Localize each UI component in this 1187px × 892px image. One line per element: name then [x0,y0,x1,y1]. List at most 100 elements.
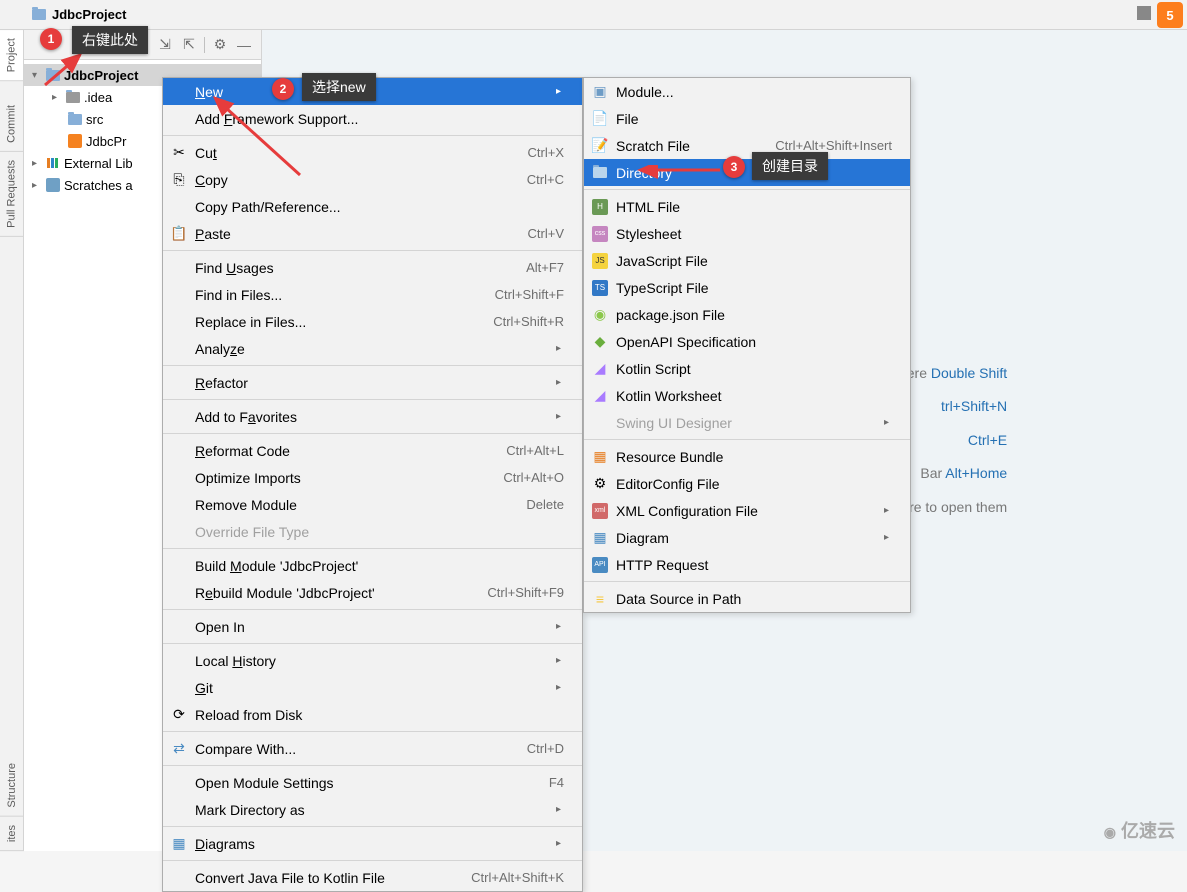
kotlin-icon: ◢ [592,388,608,404]
folder-icon [68,114,82,125]
scratch-icon: 📝 [592,138,608,154]
css-icon: css [592,226,608,242]
tab-structure[interactable]: Structure [0,755,24,817]
menu-replace-in-files[interactable]: Replace in Files... Ctrl+Shift+R [163,308,582,335]
menu-analyze[interactable]: Analyze ▸ [163,335,582,362]
menu-module-settings[interactable]: Open Module Settings F4 [163,769,582,796]
library-icon [46,156,60,170]
submenu-stylesheet[interactable]: css Stylesheet [584,220,910,247]
shortcut-goto-file: trl+Shift+N [941,398,1007,414]
menu-local-history[interactable]: Local History ▸ [163,647,582,674]
user-avatar-icon[interactable] [1137,6,1151,20]
iml-icon [68,134,82,148]
submenu-packagejson[interactable]: ◉ package.json File [584,301,910,328]
submenu-editorconfig[interactable]: ⚙ EditorConfig File [584,470,910,497]
breadcrumb-project[interactable]: JdbcProject [52,7,126,22]
menu-diagrams[interactable]: ▦ Diagrams ▸ [163,830,582,857]
menu-reload[interactable]: ⟳ Reload from Disk [163,701,582,728]
api-icon: ◆ [592,334,608,350]
shortcut-nav-bar: Alt+Home [945,465,1007,481]
submenu-directory[interactable]: Directory [584,159,910,186]
annotation-badge-3: 3 [723,156,745,178]
menu-find-in-files[interactable]: Find in Files... Ctrl+Shift+F [163,281,582,308]
chevron-right-icon: ▸ [556,804,564,815]
database-icon: ≡ [592,591,608,607]
submenu-xml[interactable]: xml XML Configuration File ▸ [584,497,910,524]
reload-icon: ⟳ [171,707,187,723]
submenu-datasource[interactable]: ≡ Data Source in Path [584,585,910,612]
menu-mark-directory[interactable]: Mark Directory as ▸ [163,796,582,823]
tab-project[interactable]: Project [0,30,23,81]
panel-actions: ◎ ⇲ ⇱ ⚙ — [130,34,255,56]
menu-refactor[interactable]: Refactor ▸ [163,369,582,396]
submenu-typescript[interactable]: TS TypeScript File [584,274,910,301]
chevron-right-icon: ▸ [556,377,564,388]
tab-pull-requests[interactable]: Pull Requests [0,152,23,237]
tab-commit[interactable]: Commit [0,97,23,152]
menu-find-usages[interactable]: Find Usages Alt+F7 [163,254,582,281]
module-icon: ▣ [592,84,608,100]
chevron-right-icon: ▸ [884,417,892,428]
menu-paste[interactable]: 📋 Paste Ctrl+V [163,220,582,247]
tab-favorites[interactable]: ites [0,817,24,851]
sidebar-left: Project Commit Pull Requests Structure i… [0,30,24,851]
expand-icon[interactable]: ⇲ [154,34,176,56]
submenu-scratch[interactable]: 📝 Scratch File Ctrl+Alt+Shift+Insert [584,132,910,159]
menu-remove-module[interactable]: Remove Module Delete [163,491,582,518]
menu-build[interactable]: Build Module 'JdbcProject' [163,552,582,579]
compare-icon: ⇄ [171,741,187,757]
watermark: ◉ 亿速云 [1104,817,1175,843]
chevron-right-icon: ▸ [32,158,42,169]
submenu-javascript[interactable]: JS JavaScript File [584,247,910,274]
api-badge-icon: API [592,557,608,573]
diagram-icon: ▦ [592,530,608,546]
chevron-right-icon: ▸ [556,86,564,97]
menu-copy[interactable]: ⎘ Copy Ctrl+C [163,166,582,193]
annotation-label-3: 创建目录 [752,152,828,180]
context-menu-new: ▣ Module... 📄 File 📝 Scratch File Ctrl+A… [583,77,911,613]
file-icon: 📄 [592,111,608,127]
submenu-diagram[interactable]: ▦ Diagram ▸ [584,524,910,551]
shortcut-recent: Ctrl+E [968,432,1007,448]
annotation-label-2: 选择new [302,73,376,101]
submenu-resource-bundle[interactable]: ▦ Resource Bundle [584,443,910,470]
menu-compare[interactable]: ⇄ Compare With... Ctrl+D [163,735,582,762]
gear-icon[interactable]: ⚙ [209,34,231,56]
breadcrumb: JdbcProject [0,0,1187,30]
gear-icon: ⚙ [592,476,608,492]
submenu-swing[interactable]: Swing UI Designer ▸ [584,409,910,436]
menu-open-in[interactable]: Open In ▸ [163,613,582,640]
html-icon: H [592,199,608,215]
menu-copy-path[interactable]: Copy Path/Reference... [163,193,582,220]
annotation-label-1: 右键此处 [72,26,148,54]
submenu-kotlin-worksheet[interactable]: ◢ Kotlin Worksheet [584,382,910,409]
menu-reformat[interactable]: Reformat Code Ctrl+Alt+L [163,437,582,464]
menu-add-framework[interactable]: Add Framework Support... [163,105,582,132]
bundle-icon: ▦ [592,449,608,465]
chevron-right-icon: ▸ [32,180,42,191]
submenu-http[interactable]: API HTTP Request [584,551,910,578]
chevron-right-icon: ▸ [556,411,564,422]
menu-rebuild[interactable]: Rebuild Module 'JdbcProject' Ctrl+Shift+… [163,579,582,606]
folder-icon [592,165,608,181]
submenu-kotlin-script[interactable]: ◢ Kotlin Script [584,355,910,382]
chevron-right-icon: ▸ [556,621,564,632]
submenu-module[interactable]: ▣ Module... [584,78,910,105]
annotation-badge-2: 2 [272,78,294,100]
menu-convert-kotlin[interactable]: Convert Java File to Kotlin File Ctrl+Al… [163,864,582,891]
menu-optimize[interactable]: Optimize Imports Ctrl+Alt+O [163,464,582,491]
submenu-html[interactable]: H HTML File [584,193,910,220]
app-badge-icon: 5 [1157,2,1183,28]
js-icon: JS [592,253,608,269]
collapse-icon[interactable]: ⇱ [178,34,200,56]
menu-cut[interactable]: ✂ Cut Ctrl+X [163,139,582,166]
chevron-right-icon: ▸ [52,92,62,103]
chevron-right-icon: ▸ [556,655,564,666]
menu-git[interactable]: Git ▸ [163,674,582,701]
menu-favorites[interactable]: Add to Favorites ▸ [163,403,582,430]
submenu-openapi[interactable]: ◆ OpenAPI Specification [584,328,910,355]
minimize-icon[interactable]: — [233,34,255,56]
folder-icon [46,70,60,81]
tab-folder-icon[interactable] [0,81,23,97]
submenu-file[interactable]: 📄 File [584,105,910,132]
